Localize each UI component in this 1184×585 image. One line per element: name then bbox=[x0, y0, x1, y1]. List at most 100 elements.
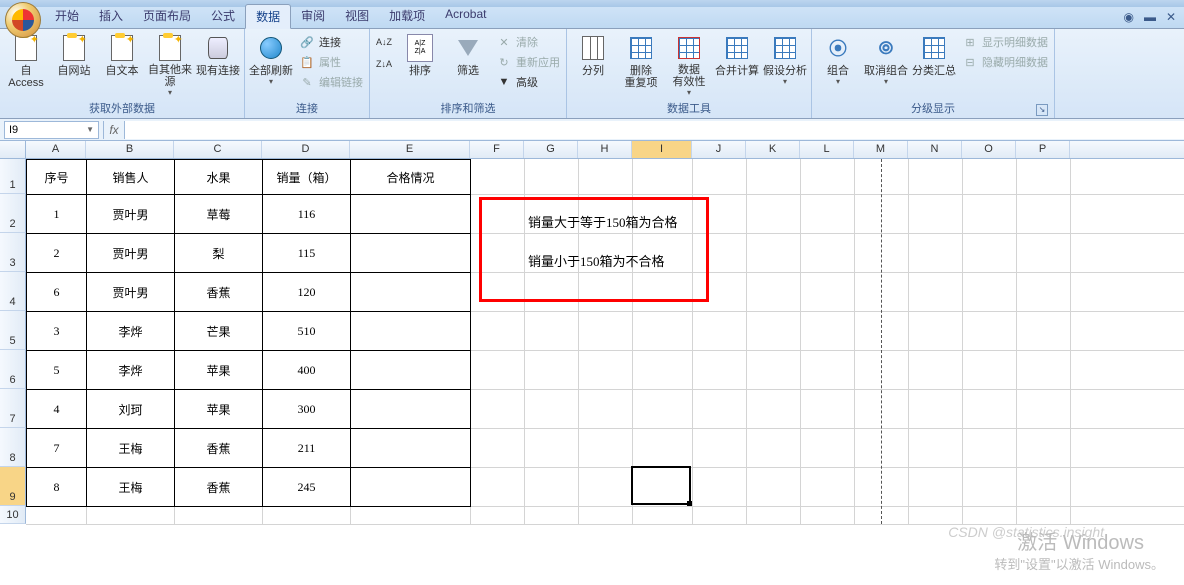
close-panel-icon[interactable]: ✕ bbox=[1166, 10, 1176, 24]
subtotal-button[interactable]: 分类汇总 bbox=[912, 31, 956, 97]
table-header[interactable]: 水果 bbox=[175, 160, 263, 195]
table-cell[interactable]: 115 bbox=[263, 234, 351, 273]
launcher-icon[interactable]: ↘ bbox=[1036, 104, 1048, 116]
table-cell[interactable]: 香蕉 bbox=[175, 273, 263, 312]
row-header-10[interactable]: 10 bbox=[0, 506, 26, 524]
row-header-9[interactable]: 9 bbox=[0, 467, 26, 506]
col-header-J[interactable]: J bbox=[692, 141, 746, 158]
tab-视图[interactable]: 视图 bbox=[335, 4, 379, 28]
col-header-C[interactable]: C bbox=[174, 141, 262, 158]
text-to-columns-button[interactable]: 分列 bbox=[571, 31, 615, 97]
name-box[interactable]: I9▼ bbox=[4, 121, 99, 139]
table-cell[interactable]: 苹果 bbox=[175, 390, 263, 429]
table-cell[interactable]: 贾叶男 bbox=[87, 234, 175, 273]
row-header-6[interactable]: 6 bbox=[0, 350, 26, 389]
table-cell[interactable] bbox=[351, 429, 471, 468]
col-header-B[interactable]: B bbox=[86, 141, 174, 158]
table-header[interactable]: 序号 bbox=[27, 160, 87, 195]
table-cell[interactable]: 芒果 bbox=[175, 312, 263, 351]
tab-公式[interactable]: 公式 bbox=[201, 4, 245, 28]
row-header-8[interactable]: 8 bbox=[0, 428, 26, 467]
row-header-4[interactable]: 4 bbox=[0, 272, 26, 311]
tab-Acrobat[interactable]: Acrobat bbox=[435, 4, 496, 28]
col-header-G[interactable]: G bbox=[524, 141, 578, 158]
table-cell[interactable]: 香蕉 bbox=[175, 429, 263, 468]
table-cell[interactable]: 510 bbox=[263, 312, 351, 351]
table-cell[interactable]: 1 bbox=[27, 195, 87, 234]
table-cell[interactable]: 7 bbox=[27, 429, 87, 468]
help-icon[interactable]: ◉ bbox=[1123, 10, 1133, 24]
refresh-all-button[interactable]: 全部刷新▾ bbox=[249, 31, 293, 97]
spreadsheet-grid[interactable]: ABCDEFGHIJKLMNOP 12345678910 序号销售人水果销量（箱… bbox=[0, 141, 1184, 585]
advanced-filter-item[interactable]: ▼高级 bbox=[494, 73, 562, 91]
table-cell[interactable] bbox=[351, 234, 471, 273]
row-header-7[interactable]: 7 bbox=[0, 389, 26, 428]
row-header-3[interactable]: 3 bbox=[0, 233, 26, 272]
active-cell[interactable] bbox=[631, 466, 691, 505]
col-header-E[interactable]: E bbox=[350, 141, 470, 158]
tab-页面布局[interactable]: 页面布局 bbox=[133, 4, 201, 28]
row-header-5[interactable]: 5 bbox=[0, 311, 26, 350]
table-header[interactable]: 销售人 bbox=[87, 160, 175, 195]
table-cell[interactable]: 400 bbox=[263, 351, 351, 390]
table-cell[interactable] bbox=[351, 273, 471, 312]
table-cell[interactable]: 245 bbox=[263, 468, 351, 507]
table-cell[interactable]: 李烨 bbox=[87, 312, 175, 351]
table-cell[interactable]: 草莓 bbox=[175, 195, 263, 234]
cells-area[interactable]: 序号销售人水果销量（箱）合格情况1贾叶男草莓1162贾叶男梨1156贾叶男香蕉1… bbox=[26, 159, 1184, 524]
sort-button[interactable]: A|ZZ|A排序 bbox=[398, 31, 442, 97]
connections-item[interactable]: 🔗连接 bbox=[297, 33, 365, 51]
consolidate-button[interactable]: 合并计算 bbox=[715, 31, 759, 97]
table-cell[interactable]: 300 bbox=[263, 390, 351, 429]
col-header-I[interactable]: I bbox=[632, 141, 692, 158]
table-header[interactable]: 合格情况 bbox=[351, 160, 471, 195]
table-cell[interactable]: 120 bbox=[263, 273, 351, 312]
remove-duplicates-button[interactable]: 删除 重复项 bbox=[619, 31, 663, 97]
table-cell[interactable]: 王梅 bbox=[87, 468, 175, 507]
table-cell[interactable]: 梨 bbox=[175, 234, 263, 273]
table-cell[interactable]: 3 bbox=[27, 312, 87, 351]
table-cell[interactable] bbox=[351, 351, 471, 390]
office-button[interactable] bbox=[5, 2, 41, 38]
table-cell[interactable]: 王梅 bbox=[87, 429, 175, 468]
fx-icon[interactable]: fx bbox=[103, 121, 125, 139]
table-cell[interactable]: 116 bbox=[263, 195, 351, 234]
table-cell[interactable]: 苹果 bbox=[175, 351, 263, 390]
row-header-2[interactable]: 2 bbox=[0, 194, 26, 233]
existing-conn-button[interactable]: 现有连接 bbox=[196, 31, 240, 97]
col-header-D[interactable]: D bbox=[262, 141, 350, 158]
ungroup-button[interactable]: ⦾取消组合▾ bbox=[864, 31, 908, 97]
col-header-L[interactable]: L bbox=[800, 141, 854, 158]
whatif-button[interactable]: 假设分析▾ bbox=[763, 31, 807, 97]
data-validation-button[interactable]: 数据 有效性▾ bbox=[667, 31, 711, 97]
tab-审阅[interactable]: 审阅 bbox=[291, 4, 335, 28]
from-other-button[interactable]: ✦自其他来源▾ bbox=[148, 31, 192, 97]
tab-开始[interactable]: 开始 bbox=[45, 4, 89, 28]
table-cell[interactable]: 4 bbox=[27, 390, 87, 429]
table-cell[interactable]: 5 bbox=[27, 351, 87, 390]
col-header-O[interactable]: O bbox=[962, 141, 1016, 158]
tab-插入[interactable]: 插入 bbox=[89, 4, 133, 28]
row-header-1[interactable]: 1 bbox=[0, 159, 26, 194]
table-cell[interactable]: 211 bbox=[263, 429, 351, 468]
formula-input[interactable] bbox=[125, 121, 1184, 139]
table-cell[interactable]: 刘珂 bbox=[87, 390, 175, 429]
filter-button[interactable]: 筛选 bbox=[446, 31, 490, 97]
table-header[interactable]: 销量（箱） bbox=[263, 160, 351, 195]
table-cell[interactable]: 8 bbox=[27, 468, 87, 507]
col-header-M[interactable]: M bbox=[854, 141, 908, 158]
col-header-H[interactable]: H bbox=[578, 141, 632, 158]
col-header-K[interactable]: K bbox=[746, 141, 800, 158]
table-cell[interactable] bbox=[351, 312, 471, 351]
table-cell[interactable]: 6 bbox=[27, 273, 87, 312]
col-header-A[interactable]: A bbox=[26, 141, 86, 158]
table-cell[interactable]: 李烨 bbox=[87, 351, 175, 390]
table-cell[interactable] bbox=[351, 390, 471, 429]
table-cell[interactable]: 贾叶男 bbox=[87, 273, 175, 312]
col-header-P[interactable]: P bbox=[1016, 141, 1070, 158]
col-header-F[interactable]: F bbox=[470, 141, 524, 158]
col-header-N[interactable]: N bbox=[908, 141, 962, 158]
table-cell[interactable]: 贾叶男 bbox=[87, 195, 175, 234]
minimize-ribbon-icon[interactable]: ▬ bbox=[1144, 10, 1156, 24]
from-web-button[interactable]: ✦自网站 bbox=[52, 31, 96, 97]
